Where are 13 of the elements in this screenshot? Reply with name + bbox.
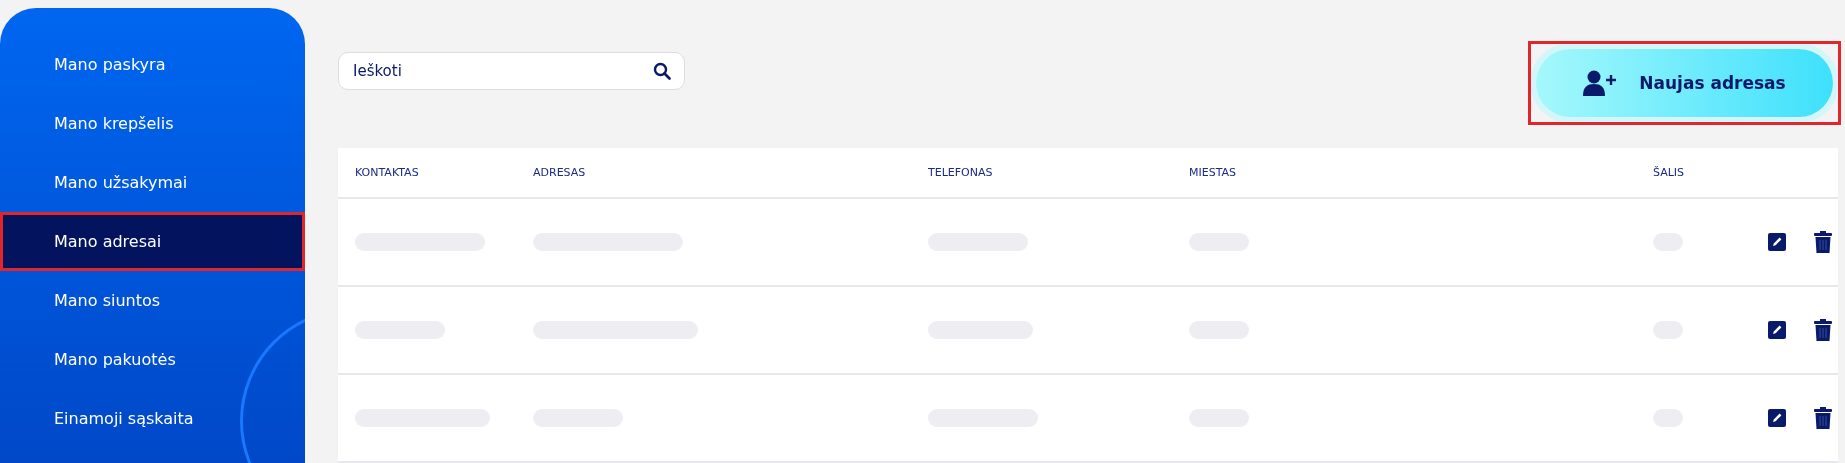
sidebar-item[interactable]: Mano paskyra [0,35,305,94]
sidebar-item[interactable]: Mano užsakymai [0,153,305,212]
column-header: MIESTAS [1189,166,1238,179]
column-header: ADRESAS [533,166,587,179]
column-header: KONTAKTAS [355,166,420,179]
sidebar-item[interactable]: Mano pakuotės [0,330,305,389]
sidebar-item[interactable]: Mano siuntos [0,271,305,330]
column-header: ŠALIS [1653,166,1686,179]
sidebar-item[interactable]: Mano adresai [0,212,305,271]
sidebar-item[interactable]: Einamoji sąskaita [0,389,305,448]
sidebar-item[interactable]: Mano krepšelis [0,94,305,153]
search-field[interactable]: Ieškoti [338,52,685,90]
column-header: TELEFONAS [928,166,994,179]
